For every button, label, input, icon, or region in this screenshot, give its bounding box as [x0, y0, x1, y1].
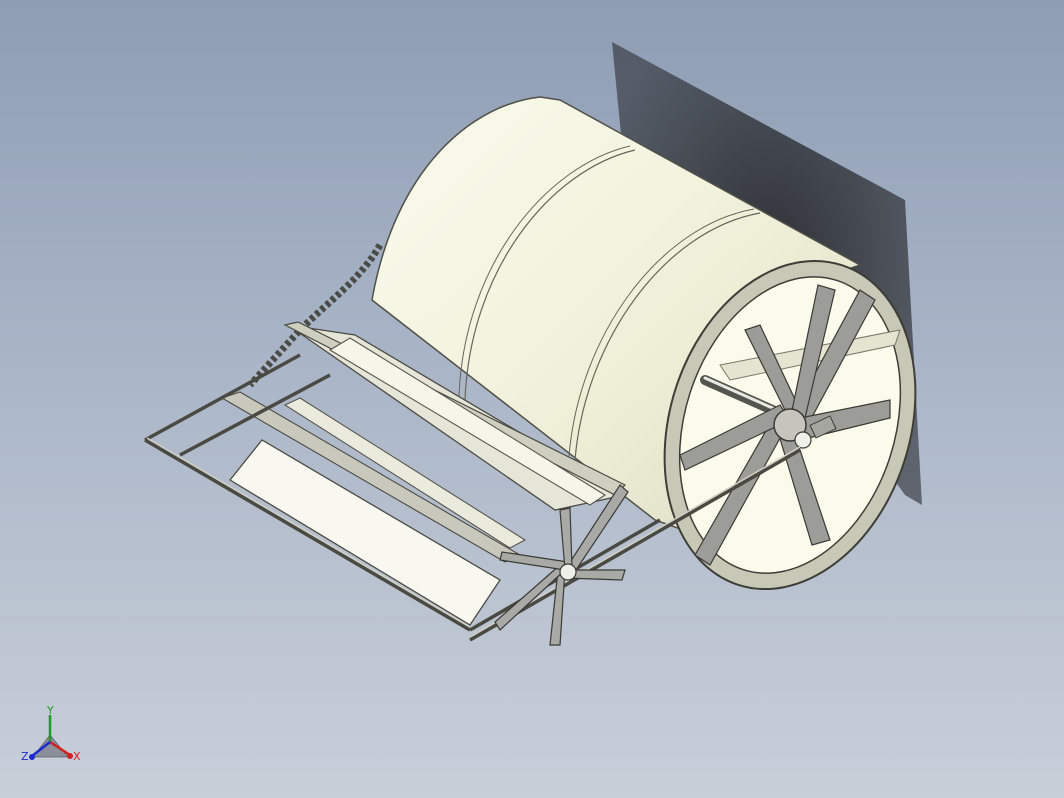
graphics-viewport[interactable]: Y X Z: [0, 0, 1064, 798]
paddle-hub: [559, 563, 577, 581]
triad-x-label: X: [73, 750, 81, 763]
triad-z-tip: [29, 754, 35, 760]
cad-model-view[interactable]: Y X Z: [0, 0, 1064, 798]
hub-bolt: [794, 431, 812, 449]
triad-y-label: Y: [46, 704, 54, 717]
frame-rail-highlight: [146, 437, 471, 628]
drum[interactable]: [371, 96, 956, 622]
coordinate-triad[interactable]: Y X Z: [21, 704, 81, 763]
triad-z-label: Z: [21, 750, 29, 763]
